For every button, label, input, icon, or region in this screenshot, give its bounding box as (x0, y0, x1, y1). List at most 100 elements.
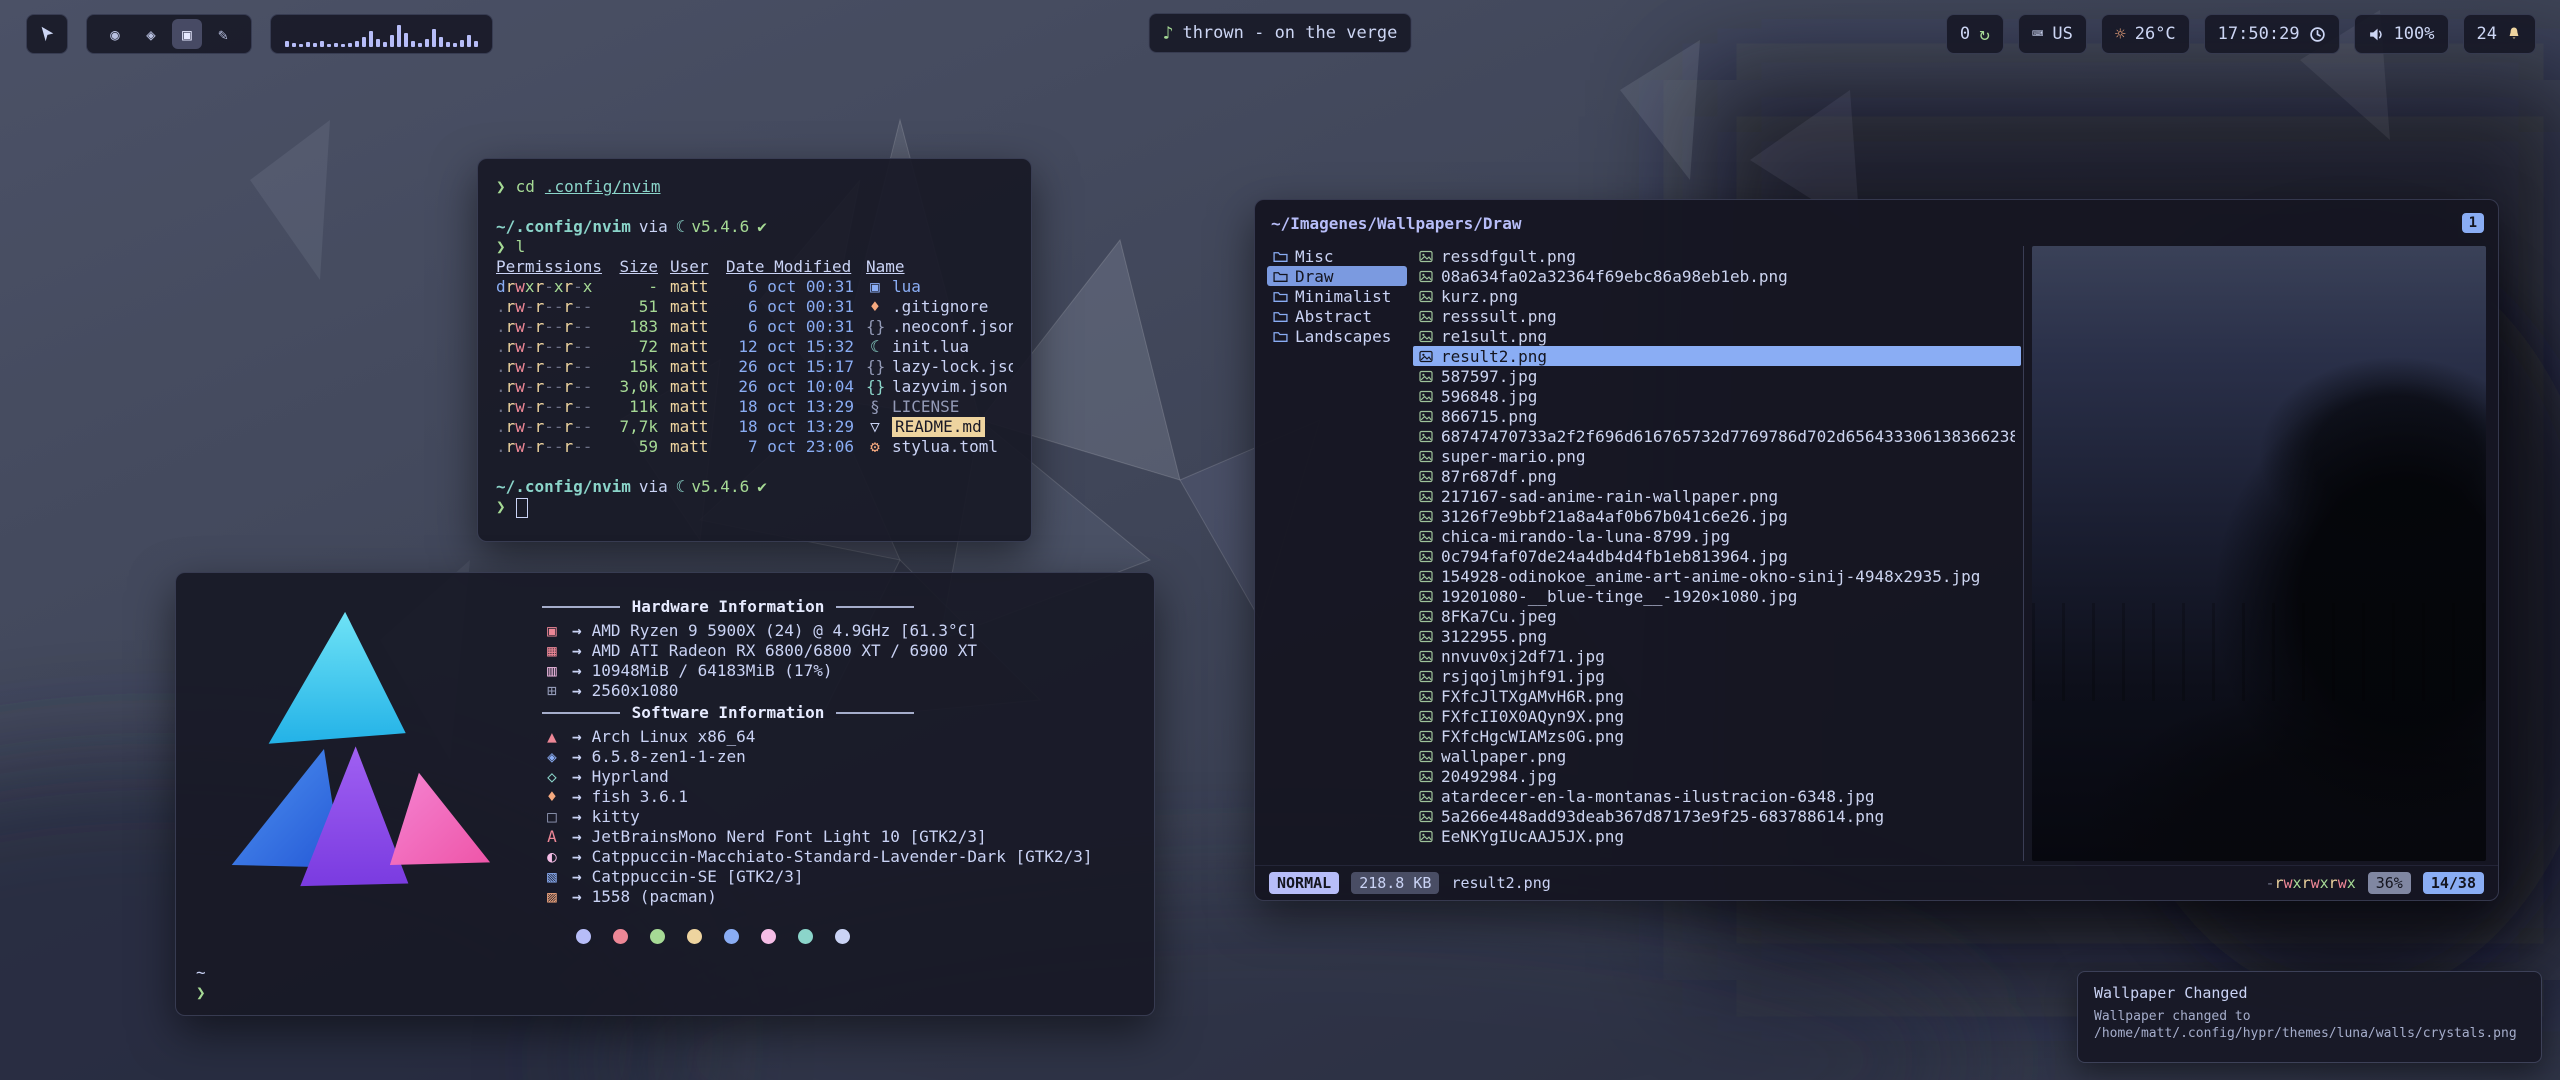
notification-body: Wallpaper changed to /home/matt/.config/… (2094, 1008, 2525, 1042)
file-permissions: .rw-r--r-- (496, 397, 602, 417)
file-row[interactable]: 3126f7e9bbf21a8a4af0b67b041c6e26.jpg (1413, 506, 2021, 526)
fetch-info-line: ◇ → Hyprland (542, 767, 1093, 787)
file-name: 217167-sad-anime-rain-wallpaper.png (1441, 487, 1778, 506)
file-row[interactable]: chica-mirando-la-luna-8799.jpg (1413, 526, 2021, 546)
launcher-button[interactable] (26, 14, 68, 54)
fetch-info-line: ▨ → 1558 (pacman) (542, 887, 1093, 907)
volume-module[interactable]: 100% (2354, 14, 2449, 54)
sidebar-folder[interactable]: Draw (1267, 266, 1407, 286)
file-row[interactable]: super-mario.png (1413, 446, 2021, 466)
clock-module[interactable]: 17:50:29 (2204, 14, 2340, 54)
file-size: 183 (614, 317, 658, 337)
file-date-modified: 18 oct 13:29 (726, 417, 854, 437)
tab-badge[interactable]: 1 (2462, 213, 2484, 233)
hardware-icon: ▣ (542, 621, 562, 641)
workspace-button[interactable]: ◈ (136, 19, 166, 49)
file-row[interactable]: EeNKYgIUcAAJ5JX.png (1413, 826, 2021, 846)
notification-popup[interactable]: Wallpaper Changed Wallpaper changed to /… (2077, 971, 2542, 1063)
file-row[interactable]: 3122955.png (1413, 626, 2021, 646)
volume-level: 100% (2394, 24, 2435, 44)
keyboard-layout-module[interactable]: ⌨ US (2018, 14, 2087, 54)
file-row[interactable]: resssult.png (1413, 306, 2021, 326)
file-row[interactable]: FXfcJlTXgAMvH6R.png (1413, 686, 2021, 706)
speaker-icon (2368, 26, 2385, 43)
file-list: ressdfgult.png 08a634fa02a32364f69ebc86a… (1413, 246, 2021, 861)
file-row[interactable]: kurz.png (1413, 286, 2021, 306)
software-icon: ▨ (542, 887, 562, 907)
updates-module[interactable]: 0 ↻ (1946, 14, 2004, 54)
workspace-button[interactable]: ▣ (172, 19, 202, 49)
sidebar-folder[interactable]: Landscapes (1267, 326, 1407, 346)
file-row[interactable]: 0c794faf07de24a4db4d4fb1eb813964.jpg (1413, 546, 2021, 566)
file-row[interactable]: 8FKa7Cu.jpeg (1413, 606, 2021, 626)
file-row[interactable]: FXfcHgcWIAMzs0G.png (1413, 726, 2021, 746)
image-file-icon (1419, 350, 1433, 363)
file-date-modified: 12 oct 15:32 (726, 337, 854, 357)
arrow-icon: → (572, 887, 582, 907)
command-cd: cd (516, 177, 535, 197)
software-icon: □ (542, 807, 562, 827)
fetch-info-line: ▧ → Catppuccin-SE [GTK2/3] (542, 867, 1093, 887)
workspace-button[interactable]: ✎ (208, 19, 238, 49)
visualizer-bar (285, 41, 289, 47)
file-row[interactable]: re1sult.png (1413, 326, 2021, 346)
software-icon: ▲ (542, 727, 562, 747)
file-row[interactable]: 20492984.jpg (1413, 766, 2021, 786)
file-row[interactable]: 5a266e448add93deab367d87173e9f25-6837886… (1413, 806, 2021, 826)
hardware-icon: ⊞ (542, 681, 562, 701)
file-row[interactable]: rsjqojlmjhf91.jpg (1413, 666, 2021, 686)
fetch-info-line: ⊞ → 2560x1080 (542, 681, 1093, 701)
file-row[interactable]: 596848.jpg (1413, 386, 2021, 406)
visualizer-bar (439, 37, 443, 47)
shell-prompt-line[interactable]: ❯ (496, 497, 1013, 517)
file-row[interactable]: 19201080-__blue-tinge__-1920×1080.jpg (1413, 586, 2021, 606)
file-row[interactable]: 217167-sad-anime-rain-wallpaper.png (1413, 486, 2021, 506)
file-owner: matt (670, 357, 714, 377)
folder-icon (1273, 310, 1288, 323)
file-row[interactable]: 587597.jpg (1413, 366, 2021, 386)
file-manager-header: ~/Imagenes/Wallpapers/Draw 1 (1255, 208, 2498, 242)
file-row[interactable]: atardecer-en-la-montanas-ilustracion-634… (1413, 786, 2021, 806)
file-row[interactable]: 866715.png (1413, 406, 2021, 426)
file-row[interactable]: nnvuv0xj2df71.jpg (1413, 646, 2021, 666)
prompt-context-line: ~/.config/nvimvia☾v5.4.6✔ (496, 217, 1013, 237)
image-file-icon (1419, 710, 1433, 723)
workspace-button[interactable]: ◉ (100, 19, 130, 49)
workspace-switcher: ◉ ◈ ▣ ✎ (86, 14, 252, 54)
software-icon: ◐ (542, 847, 562, 867)
prompt-symbol[interactable]: ❯ (196, 983, 206, 1002)
file-permissions: .rw-r--r-- (496, 297, 602, 317)
file-row[interactable]: 08a634fa02a32364f69ebc86a98eb1eb.png (1413, 266, 2021, 286)
image-file-icon (1419, 810, 1433, 823)
palette-dot (650, 929, 665, 944)
software-section-header: Software Information (542, 703, 914, 723)
file-name: 154928-odinokoe_anime-art-anime-okno-sin… (1441, 567, 1980, 586)
sidebar-folder[interactable]: Abstract (1267, 306, 1407, 326)
bell-icon (2506, 26, 2522, 42)
sidebar-folder[interactable]: Misc (1267, 246, 1407, 266)
fetch-info-line: ▲ → Arch Linux x86_64 (542, 727, 1093, 747)
file-name: 3122955.png (1441, 627, 1547, 646)
file-row[interactable]: FXfcII0X0AQyn9X.png (1413, 706, 2021, 726)
file-name: 19201080-__blue-tinge__-1920×1080.jpg (1441, 587, 1797, 606)
file-name: atardecer-en-la-montanas-ilustracion-634… (1441, 787, 1874, 806)
file-name: ressdfgult.png (1441, 247, 1576, 266)
visualizer-bar (404, 33, 408, 47)
file-name: 587597.jpg (1441, 367, 1537, 386)
weather-module[interactable]: ☼ 26°C (2101, 14, 2190, 54)
fetch-info-line: □ → kitty (542, 807, 1093, 827)
file-row[interactable]: 154928-odinokoe_anime-art-anime-okno-sin… (1413, 566, 2021, 586)
file-row[interactable]: 87r687df.png (1413, 466, 2021, 486)
fetch-terminal-window: Hardware Information ▣ → AMD Ryzen 9 590… (175, 572, 1155, 1016)
music-icon: ♪ (1163, 23, 1174, 44)
file-type-icon: ⚙ (866, 437, 884, 457)
file-row[interactable]: wallpaper.png (1413, 746, 2021, 766)
file-row[interactable]: 68747470733a2f2f696d616765732d7769786d70… (1413, 426, 2021, 446)
notifications-module[interactable]: 24 (2463, 14, 2536, 54)
palette-dot (576, 929, 591, 944)
file-name: resssult.png (1441, 307, 1557, 326)
music-player-module[interactable]: ♪ thrown - on the verge (1149, 13, 1412, 53)
file-row[interactable]: ressdfgult.png (1413, 246, 2021, 266)
sidebar-folder[interactable]: Minimalist (1267, 286, 1407, 306)
file-row[interactable]: result2.png (1413, 346, 2021, 366)
